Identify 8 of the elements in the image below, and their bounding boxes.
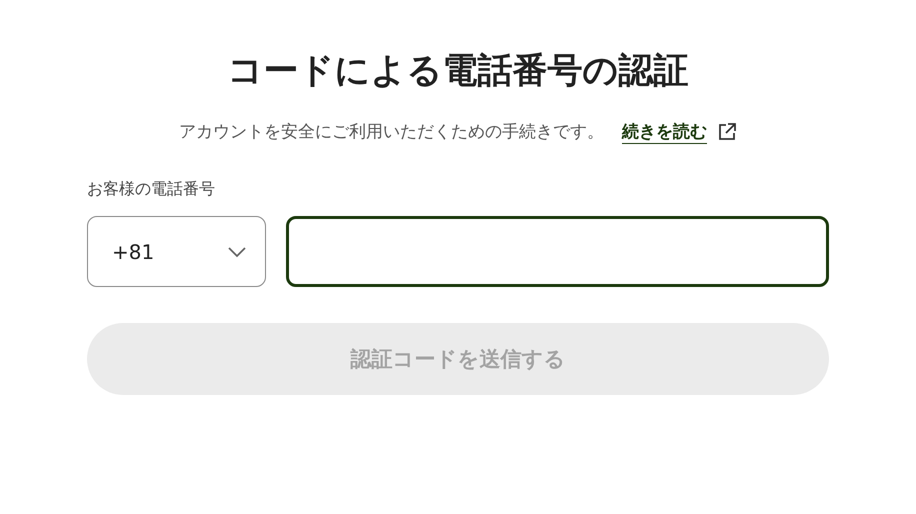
chevron-down-icon	[227, 246, 247, 258]
country-code-select[interactable]: +81	[87, 216, 266, 287]
phone-label: お客様の電話番号	[87, 179, 216, 200]
page-title: コードによる電話番号の認証	[226, 50, 690, 93]
read-more-link[interactable]: 続きを読む	[622, 120, 707, 143]
external-link-icon	[717, 122, 737, 142]
description-text: アカウントを安全にご利用いただくための手続きです。	[179, 121, 604, 143]
phone-number-field[interactable]	[286, 216, 829, 287]
